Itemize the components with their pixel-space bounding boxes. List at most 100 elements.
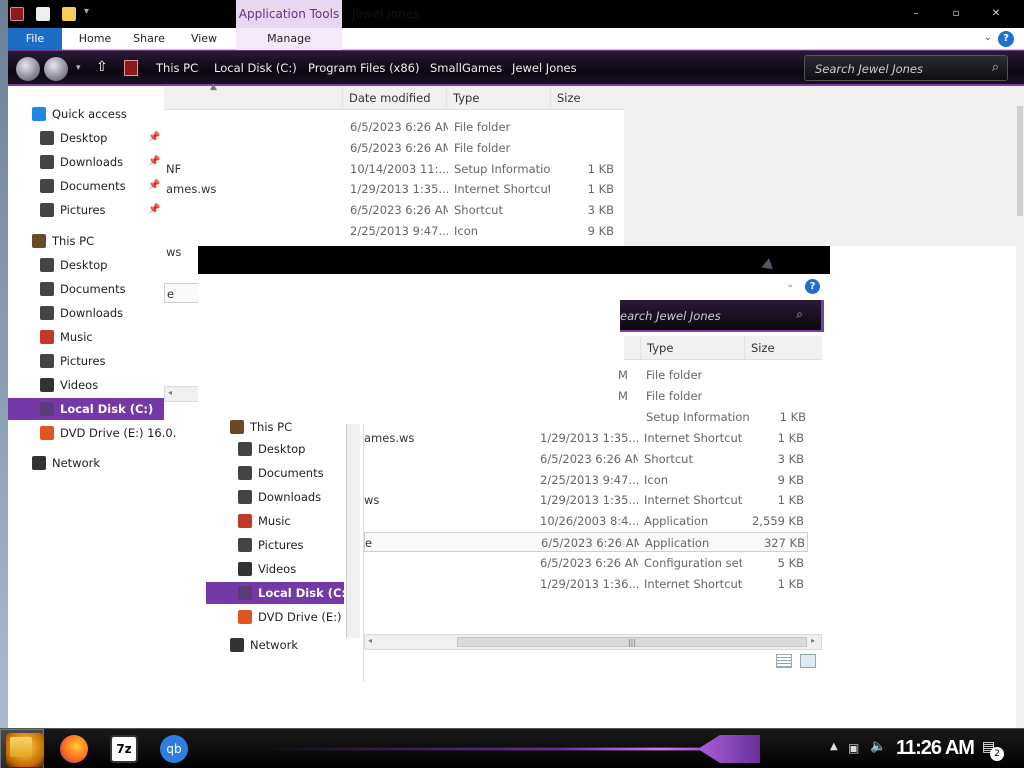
vertical-scrollbar[interactable] <box>1016 86 1024 728</box>
nav-item[interactable]: This PC <box>8 230 164 252</box>
music-icon <box>40 330 54 344</box>
pin-icon[interactable]: 📌 <box>148 175 160 197</box>
new-folder-icon[interactable] <box>62 7 76 21</box>
tray-overflow-chevron-icon[interactable]: ▲ <box>830 741 838 752</box>
ghost-scroll-right-icon[interactable]: ▸ <box>811 636 815 645</box>
ghost-file-row[interactable]: ames.ws 1/29/2013 1:35... Internet Shortcu… <box>364 428 808 448</box>
breadcrumb-local-disk[interactable]: Local Disk (C:) <box>214 61 297 75</box>
ghost-search-icon[interactable]: ⌕ <box>796 307 803 322</box>
ghost-column-size[interactable]: Size <box>744 336 822 360</box>
ghost-file-row[interactable]: ws 1/29/2013 1:35... Internet Shortcut 1 KB <box>364 490 808 510</box>
ghost-help-button[interactable]: ? <box>805 279 820 294</box>
pin-icon[interactable]: 📌 <box>148 151 160 173</box>
ghost-file-row[interactable]: M File folder <box>618 386 822 406</box>
volume-tray-icon[interactable]: 🔈 <box>870 739 886 754</box>
breadcrumb-jewel-jones[interactable]: Jewel Jones <box>512 61 577 75</box>
file-row[interactable]: 6/5/2023 6:26 AM Shortcut 3 KB <box>164 200 624 220</box>
breadcrumb-this-pc[interactable]: This PC <box>156 61 198 75</box>
close-button[interactable]: ✕ <box>976 6 1016 22</box>
ghost-file-row[interactable]: Setup Information 1 KB <box>622 407 822 427</box>
nav-item[interactable]: Downloads 📌 <box>8 151 164 173</box>
ghost-file-row[interactable]: 2/25/2013 9:47... Icon 9 KB <box>364 470 808 490</box>
qbittorrent-icon[interactable]: qb <box>160 735 188 763</box>
tab-view[interactable]: View <box>180 28 228 50</box>
ghost-file-row[interactable]: e 6/5/2023 6:26 AM Application 327 KB <box>364 532 808 552</box>
nav-item[interactable]: Documents <box>8 278 164 300</box>
ghost-file-row[interactable]: 10/26/2003 8:4... Application 2,559 KB <box>364 511 808 531</box>
nav-item[interactable]: Documents 📌 <box>8 175 164 197</box>
tab-share[interactable]: Share <box>124 28 174 50</box>
tab-home[interactable]: Home <box>68 28 122 50</box>
minimize-button[interactable]: – <box>896 6 936 22</box>
tab-file[interactable]: File <box>8 28 62 50</box>
network-tray-icon[interactable]: ▣ <box>848 741 859 755</box>
pin-icon[interactable]: 📌 <box>148 127 160 149</box>
nav-item[interactable]: DVD Drive (E:) 16.0. <box>8 422 176 444</box>
nav-item[interactable]: Local Disk (C:) <box>8 398 164 420</box>
up-arrow-icon[interactable]: ⇧ <box>96 59 108 75</box>
nav-item[interactable]: Network <box>8 452 164 474</box>
ghost-ribbon-chevron-icon[interactable]: ⌄ <box>786 279 794 290</box>
ghost-scroll-left-icon[interactable]: ◂ <box>368 636 372 645</box>
column-date-modified[interactable]: Date modified <box>342 86 446 110</box>
ghost-nav-item[interactable]: Documents <box>206 462 344 484</box>
ghost-column-type[interactable]: Type <box>640 336 744 360</box>
ghost-file-row[interactable]: 1/29/2013 1:36... Internet Shortcut 1 KB <box>364 574 808 594</box>
help-button[interactable]: ? <box>998 31 1014 47</box>
pin-icon[interactable]: 📌 <box>148 199 160 221</box>
file-row[interactable]: NF 10/14/2003 11:... Setup Information 1 KB <box>164 159 624 179</box>
search-icon[interactable]: ⌕ <box>992 60 999 75</box>
ghost-nav-item[interactable]: Videos <box>206 558 344 580</box>
file-row[interactable]: 6/5/2023 6:26 AM File folder <box>164 117 624 137</box>
back-button[interactable] <box>16 57 40 81</box>
clock[interactable]: 11:26 AM <box>896 737 975 760</box>
nav-item[interactable]: Music <box>8 326 164 348</box>
ghost-file-row[interactable]: M File folder <box>618 365 822 385</box>
ghost-nav-item[interactable]: This PC <box>206 416 344 438</box>
ghost-scroll-thumb[interactable]: ||| <box>457 637 807 647</box>
ghost-nav-item[interactable]: Pictures <box>206 534 344 556</box>
nav-item[interactable]: Videos <box>8 374 164 396</box>
nav-item[interactable]: Quick access <box>8 103 164 125</box>
column-type[interactable]: Type <box>446 86 550 110</box>
nav-item[interactable]: Pictures 📌 <box>8 199 164 221</box>
ghost-details-view-icon[interactable] <box>776 654 792 668</box>
maximize-button[interactable]: ▫ <box>936 6 976 22</box>
firefox-icon[interactable] <box>60 735 88 763</box>
app-icon[interactable] <box>10 7 24 21</box>
nav-item[interactable]: Downloads <box>8 302 164 324</box>
column-size[interactable]: Size <box>550 86 620 110</box>
breadcrumb-smallgames[interactable]: SmallGames <box>430 61 502 75</box>
file-row[interactable]: ames.ws 1/29/2013 1:35... Internet Shortcu… <box>164 179 624 199</box>
ghost-search-input[interactable]: earch Jewel Jones ⌕ <box>620 300 824 332</box>
ghost-nav-item[interactable]: DVD Drive (E:) 16 <box>206 606 360 628</box>
ghost-nav-item[interactable]: Downloads <box>206 486 344 508</box>
ghost-vertical-scrollbar[interactable] <box>346 424 360 638</box>
ghost-nav-item[interactable]: Music <box>206 510 344 532</box>
file-type: Icon <box>454 224 479 238</box>
ghost-nav-item[interactable]: Network <box>206 634 344 656</box>
forward-button[interactable] <box>44 57 68 81</box>
search-input[interactable]: Search Jewel Jones ⌕ <box>804 55 1008 81</box>
ghost-large-icons-view-icon[interactable] <box>800 654 816 668</box>
ghost-file-row[interactable]: 6/5/2023 6:26 AM Configuration set... 5 KB <box>364 553 808 573</box>
ghost-horizontal-scrollbar[interactable]: ◂ ||| ▸ <box>364 634 822 650</box>
breadcrumb-program-files[interactable]: Program Files (x86) <box>308 61 419 75</box>
nav-item[interactable]: Desktop 📌 <box>8 127 164 149</box>
file-row[interactable]: 6/5/2023 6:26 AM File folder <box>164 138 624 158</box>
recent-locations-icon[interactable]: ▾ <box>76 63 81 73</box>
properties-icon[interactable] <box>36 7 50 21</box>
nav-item[interactable]: Pictures <box>8 350 164 372</box>
ribbon-expand-chevron-icon[interactable]: ⌄ <box>984 32 992 43</box>
tab-manage[interactable]: Manage <box>236 28 342 50</box>
scroll-left-icon[interactable]: ◂ <box>168 388 172 397</box>
file-row[interactable]: 2/25/2013 9:47... Icon 9 KB <box>164 221 624 241</box>
seven-zip-icon[interactable]: 7z <box>110 735 138 763</box>
vertical-scroll-thumb[interactable] <box>1017 106 1023 216</box>
ghost-file-row[interactable]: 6/5/2023 6:26 AM Shortcut 3 KB <box>364 449 808 469</box>
title-bar[interactable]: ▾ Application Tools Jewel Jones – ▫ ✕ <box>8 0 1024 28</box>
nav-item[interactable]: Desktop <box>8 254 164 276</box>
ghost-nav-item[interactable]: Local Disk (C:) <box>206 582 351 604</box>
ghost-nav-item[interactable]: Desktop <box>206 438 344 460</box>
quick-access-dropdown-icon[interactable]: ▾ <box>84 6 89 17</box>
